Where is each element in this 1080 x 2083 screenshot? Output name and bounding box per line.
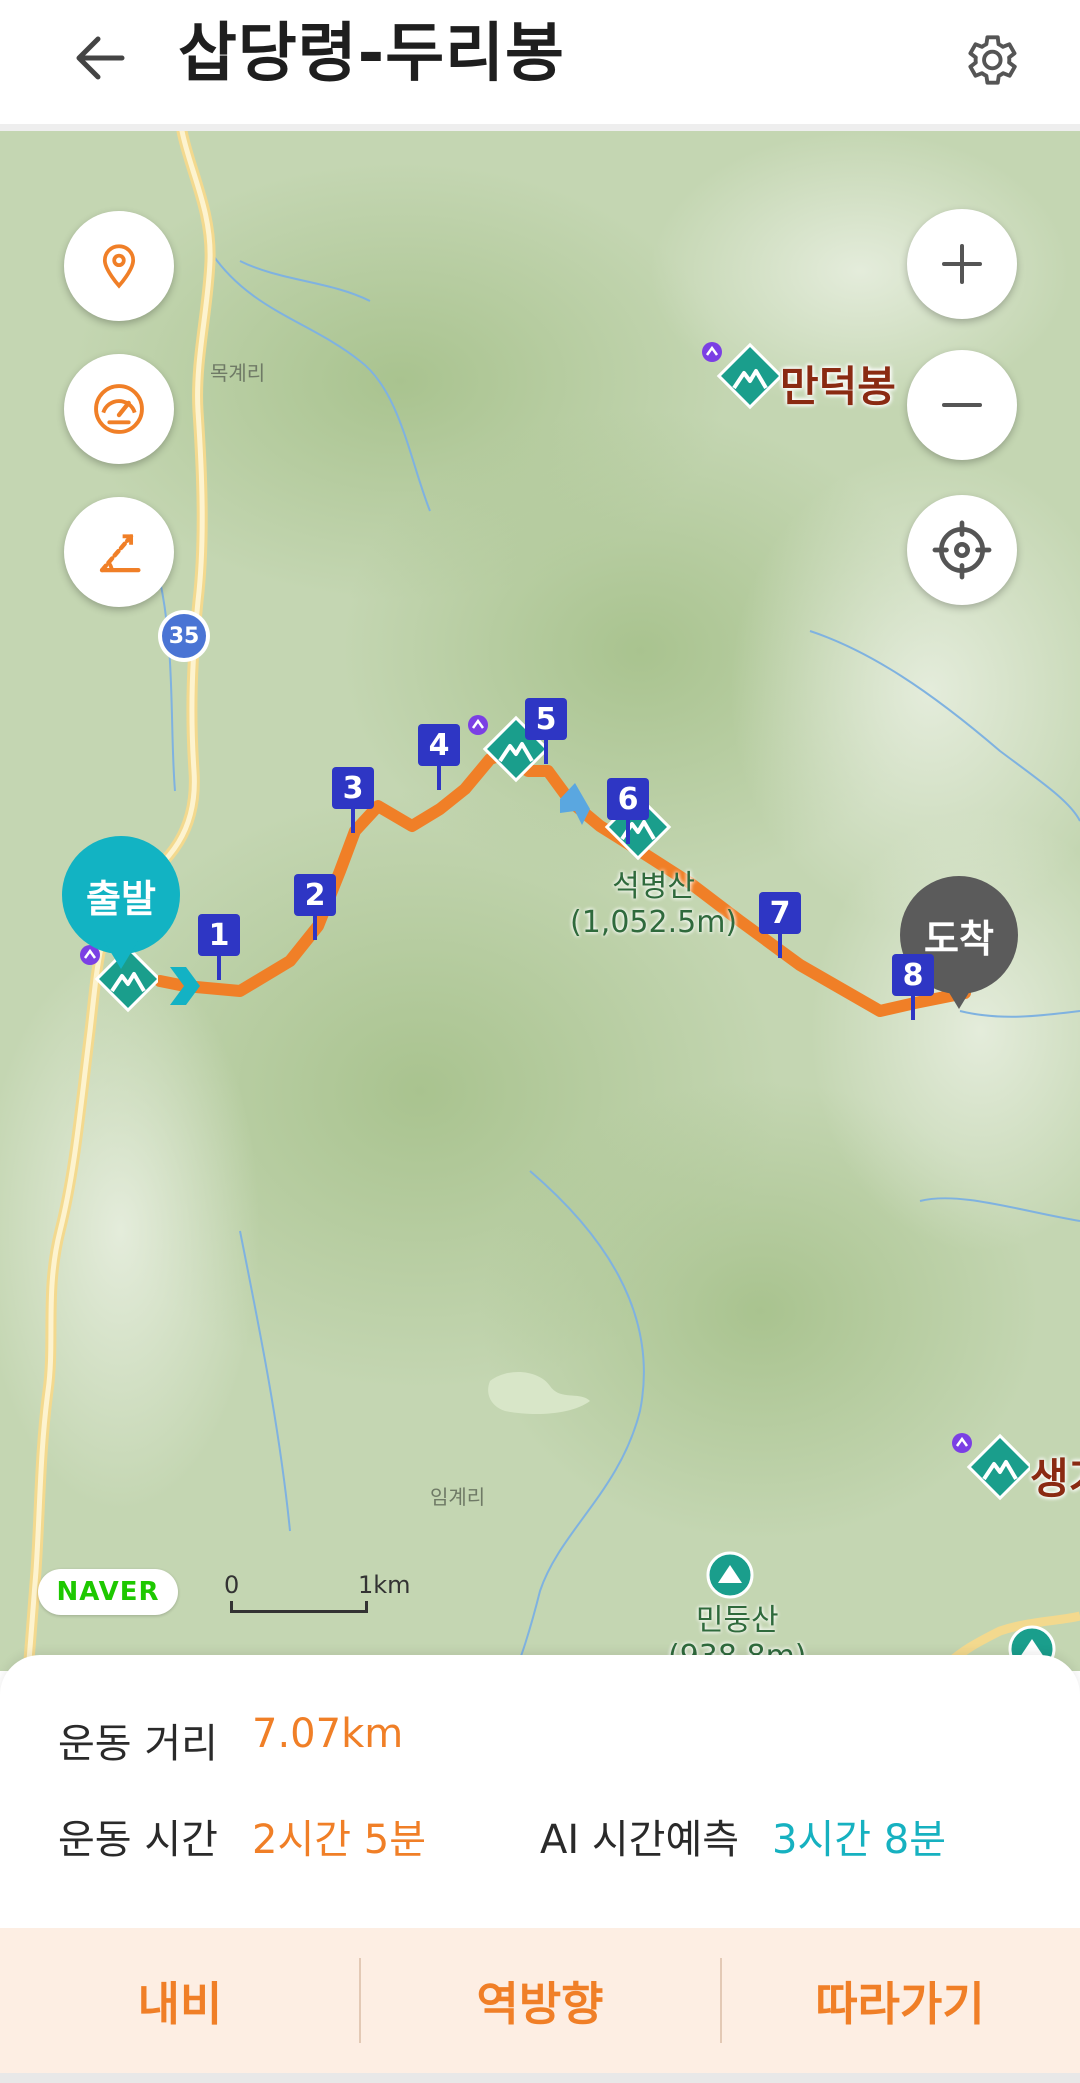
scale-km-label: 1km bbox=[358, 1571, 411, 1599]
stats-sheet: 운동 거리 7.07km 운동 시간 2시간 5분 AI 시간예측 3시간 8분 bbox=[0, 1655, 1080, 1930]
waypoint-stem bbox=[778, 934, 782, 958]
peak-name-seokbyeong: 석병산 bbox=[612, 869, 695, 904]
peak-name-mindung: 민둥산 bbox=[695, 1603, 779, 1638]
waypoint-number: 3 bbox=[332, 767, 374, 809]
waypoint-marker[interactable]: 3 bbox=[332, 767, 374, 833]
time-label: 운동 시간 bbox=[58, 1817, 218, 1863]
bottom-edge bbox=[0, 2073, 1080, 2083]
place-label-mokgye: 목계리 bbox=[210, 361, 266, 385]
ai-time-value: 3시간 8분 bbox=[772, 1817, 947, 1863]
reverse-button[interactable]: 역방향 bbox=[360, 1928, 720, 2073]
distance-label: 운동 거리 bbox=[58, 1721, 218, 1767]
start-marker-tail bbox=[104, 941, 138, 969]
waypoint-stem bbox=[437, 766, 441, 790]
settings-button[interactable] bbox=[948, 18, 1032, 102]
waypoint-stem bbox=[313, 916, 317, 940]
waypoint-number: 1 bbox=[198, 914, 240, 956]
peak-label-saengi: 생기 bbox=[1030, 1454, 1080, 1503]
header-bar: 삽당령-두리봉 bbox=[0, 0, 1080, 131]
plus-icon bbox=[942, 244, 982, 284]
scale-zero-label: 0 bbox=[224, 1571, 240, 1599]
action-divider bbox=[359, 1958, 361, 2043]
waypoint-stem bbox=[911, 996, 915, 1020]
follow-button[interactable]: 따라가기 bbox=[720, 1928, 1080, 2073]
zoom-out-button[interactable] bbox=[907, 350, 1017, 460]
waypoint-marker[interactable]: 8 bbox=[892, 954, 934, 1020]
navi-button[interactable]: 내비 bbox=[0, 1928, 360, 2073]
ai-time-label: AI 시간예측 bbox=[540, 1817, 740, 1863]
route-35-number: 35 bbox=[168, 624, 200, 649]
speedometer-icon bbox=[94, 384, 144, 434]
start-marker[interactable]: 출발 bbox=[62, 836, 180, 954]
mountain-marker-icon bbox=[702, 342, 780, 410]
zoom-in-button[interactable] bbox=[907, 209, 1017, 319]
gear-icon bbox=[968, 35, 1017, 85]
peak-label-seokbyeong: 석병산 (1,052.5m) bbox=[570, 869, 737, 941]
waypoint-number: 4 bbox=[418, 724, 460, 766]
map-view[interactable]: 목계리 임계리 35 만덕봉 생기 석병산 (1,052.5m) bbox=[0, 131, 1080, 1671]
speedometer-button[interactable] bbox=[64, 354, 174, 464]
arrow-left-icon bbox=[76, 36, 125, 80]
current-location-button[interactable] bbox=[907, 495, 1017, 605]
waypoint-stem bbox=[544, 740, 548, 764]
elevation-button[interactable] bbox=[64, 497, 174, 607]
map-pin-icon bbox=[102, 244, 136, 289]
waypoint-marker[interactable]: 2 bbox=[294, 874, 336, 940]
waypoint-marker[interactable]: 4 bbox=[418, 724, 460, 790]
waypoint-stem bbox=[626, 820, 630, 844]
waypoint-marker[interactable]: 1 bbox=[198, 914, 240, 980]
waypoint-marker[interactable]: 5 bbox=[525, 698, 567, 764]
waypoint-marker[interactable]: 6 bbox=[607, 778, 649, 844]
waypoint-number: 7 bbox=[759, 892, 801, 934]
waypoint-marker[interactable]: 7 bbox=[759, 892, 801, 958]
end-marker-tail bbox=[942, 981, 976, 1009]
crosshair-icon bbox=[932, 520, 992, 580]
naver-logo: NAVER bbox=[38, 1569, 178, 1615]
my-location-button[interactable] bbox=[64, 211, 174, 321]
action-divider bbox=[720, 1958, 722, 2043]
minus-icon bbox=[942, 403, 982, 407]
peak-height-seokbyeong: (1,052.5m) bbox=[570, 905, 738, 940]
waypoint-number: 5 bbox=[525, 698, 567, 740]
back-button[interactable] bbox=[60, 18, 140, 98]
waypoint-number: 6 bbox=[607, 778, 649, 820]
waypoint-stem bbox=[217, 956, 221, 980]
page-title: 삽당령-두리봉 bbox=[178, 17, 565, 91]
place-label-imgye: 임계리 bbox=[430, 1485, 486, 1509]
mountain-marker-icon bbox=[952, 1433, 1030, 1501]
waypoint-number: 2 bbox=[294, 874, 336, 916]
elevation-angle-icon bbox=[99, 534, 141, 573]
scale-bar bbox=[230, 1601, 368, 1613]
time-value: 2시간 5분 bbox=[252, 1817, 427, 1863]
waypoint-stem bbox=[351, 809, 355, 833]
action-bar: 내비 역방향 따라가기 bbox=[0, 1928, 1080, 2073]
waypoint-number: 8 bbox=[892, 954, 934, 996]
mindung-marker-icon bbox=[706, 1551, 754, 1599]
header-divider bbox=[0, 124, 1080, 131]
peak-label-mandeok: 만덕봉 bbox=[780, 362, 896, 411]
distance-value: 7.07km bbox=[252, 1711, 404, 1757]
